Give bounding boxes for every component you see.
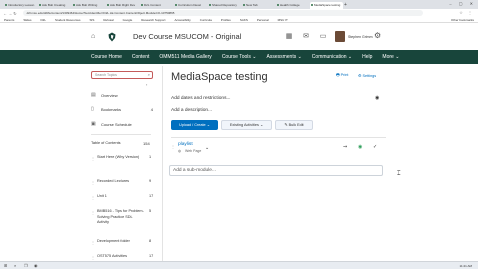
browser-tab-active[interactable]: MediaSpace testing [310, 2, 343, 9]
drag-handle-icon[interactable]: ⋮ [91, 255, 95, 260]
spartan-logo-icon[interactable] [107, 32, 117, 42]
calendar-icon: ▣ [91, 121, 96, 127]
checkmark-icon[interactable]: ✓ [373, 144, 377, 150]
chevron-down-icon[interactable]: ⌄ [262, 76, 266, 82]
course-navbar: Course Home Content OMM511 Media Gallery… [0, 50, 478, 64]
bookmarks-bar: Parents Slides D2L Student Resources SIS… [0, 17, 478, 23]
gear-icon[interactable]: ⚙ [374, 31, 381, 40]
toc-count: 154 [143, 141, 150, 146]
browser-tab[interactable]: Ask Bob Creating [38, 2, 71, 9]
divider [91, 134, 151, 135]
browser-tab[interactable]: New Tab [242, 2, 275, 9]
browser-tab[interactable]: Shared Repository [208, 2, 241, 9]
task-view-icon[interactable]: ❐ [24, 263, 28, 268]
bookmark-item[interactable]: Curricula [200, 18, 212, 22]
bookmark-item[interactable]: Refusal [103, 18, 113, 22]
bookmarks-count: 4 [150, 107, 153, 112]
bookmark-item[interactable]: Parents [4, 18, 14, 22]
existing-activities-button[interactable]: Existing Activities ⌄ [221, 120, 272, 130]
course-title[interactable]: Dev Course MSUCOM - Original [133, 32, 241, 41]
panel-divider[interactable] [162, 66, 163, 269]
search-placeholder: Search Topics [95, 73, 117, 77]
overview-icon: ▤ [91, 92, 96, 98]
address-bar-actions[interactable]: ☆ ⋮ [459, 10, 474, 15]
course-header: ⌂ Dev Course MSUCOM - Original ▦ ✉ ▭ ♪ S… [0, 24, 478, 50]
chrome-icon[interactable]: ◉ [34, 263, 38, 268]
bookmark-item[interactable]: Personal [257, 18, 269, 22]
upload-create-button[interactable]: Upload / Create ⌄ [171, 120, 218, 130]
search-topics-input[interactable]: Search Topics ⌕ [91, 71, 153, 79]
browser-tab[interactable]: Curriculum Devel [174, 2, 207, 9]
avatar[interactable] [335, 31, 345, 42]
mouse-cursor-icon: ⌶ [397, 171, 401, 177]
new-tab-button[interactable]: + [344, 2, 350, 9]
drag-handle-icon[interactable]: ⋮ [91, 156, 95, 161]
page-title: MediaSpace testing [171, 71, 268, 83]
completion-tracking-icon[interactable]: ⇝ [343, 144, 347, 150]
os-taskbar: ⊞ ⌕ ❐ ◉ 11:21 AM [0, 261, 478, 269]
browser-tab-strip: Introductory Lesson Ask Bob Creating Ask… [0, 0, 478, 9]
chat-icon[interactable]: ▭ [317, 32, 329, 40]
drag-handle-icon[interactable]: ⋮ [91, 210, 95, 215]
browser-tab[interactable]: Introductory Lesson [4, 2, 37, 9]
mail-icon[interactable]: ✉ [300, 32, 312, 40]
web-page-icon: ◍ [178, 149, 182, 153]
item-type: Web Page [185, 149, 202, 153]
bookmark-item[interactable]: Student Resources [55, 18, 81, 22]
add-description-link[interactable]: Add a description... [171, 108, 212, 113]
bookmark-icon: ▯ [91, 106, 94, 112]
bookmark-item[interactable]: Accessibility [174, 18, 190, 22]
visibility-toggle-icon[interactable]: ◉ [358, 144, 362, 150]
nav-course-home[interactable]: Course Home [91, 54, 122, 60]
other-bookmarks[interactable]: Other bookmarks [451, 17, 474, 22]
bookmark-item[interactable]: Slides [23, 18, 31, 22]
divider [171, 137, 386, 138]
content-sidebar: Search Topics ⌕ ‹ ▤ Overview ▯ Bookmarks… [91, 71, 154, 260]
settings-link[interactable]: ⚙ Settings [358, 73, 376, 78]
nav-assessments[interactable]: Assessments ⌄ [266, 54, 301, 60]
browser-tab[interactable]: Ask Bob Writing [72, 2, 105, 9]
user-name[interactable]: Stephen Grimm [348, 35, 373, 39]
search-icon[interactable]: ⌕ [14, 263, 16, 268]
toc-title[interactable]: Table of Contents [91, 141, 121, 145]
add-dates-link[interactable]: Add dates and restrictions... [171, 96, 230, 101]
navigation-icons[interactable]: ← → ↻ [3, 11, 17, 16]
visibility-eye-icon[interactable]: ◉ [375, 95, 379, 101]
nav-communication[interactable]: Communication ⌄ [312, 54, 352, 60]
drag-handle-icon[interactable]: ⋮ [171, 144, 175, 149]
search-icon[interactable]: ⌕ [148, 72, 150, 78]
nav-content[interactable]: Content [132, 54, 150, 60]
bulk-edit-button[interactable]: ✎ Bulk Edit [275, 120, 313, 130]
nav-media-gallery[interactable]: OMM511 Media Gallery [159, 54, 211, 60]
grid-icon[interactable]: ▦ [283, 32, 295, 40]
drag-handle-icon[interactable]: ⋮ [91, 240, 95, 245]
clock: 11:21 AM [459, 264, 472, 268]
bookmark-item[interactable]: MSU IT [278, 18, 288, 22]
print-link[interactable]: 🖶 Print [336, 73, 348, 79]
address-bar: ← → ↻ d2l.msu.edu/d2l/le/content/1309464… [0, 9, 478, 17]
bookmark-item[interactable]: Research Support [141, 18, 165, 22]
chevron-down-icon[interactable]: ⌄ [205, 145, 209, 151]
bookmark-item[interactable]: Profiles [221, 18, 231, 22]
start-icon[interactable]: ⊞ [4, 263, 7, 268]
browser-tab[interactable]: Ask Bob Right Dev [106, 2, 139, 9]
bookmark-item[interactable]: SIS [90, 18, 95, 22]
nav-course-tools[interactable]: Course Tools ⌄ [222, 54, 257, 60]
browser-tab[interactable]: D2L Content [140, 2, 173, 9]
bookmark-item[interactable]: D2L [41, 18, 47, 22]
url-input[interactable]: d2l.msu.edu/d2l/le/content/1309464/Home?… [22, 10, 423, 16]
collapse-panel-icon[interactable]: ‹ [146, 82, 147, 87]
bookmark-item[interactable]: SAKS [240, 18, 248, 22]
browser-tab[interactable]: Health College [276, 2, 309, 9]
bookmark-item[interactable]: Google [123, 18, 133, 22]
add-submodule-input[interactable]: Add a sub-module... [169, 165, 383, 176]
drag-handle-icon[interactable]: ⋮ [91, 180, 95, 185]
nav-help[interactable]: Help [362, 54, 372, 60]
window-controls[interactable]: – ▢ ✕ [449, 1, 476, 6]
home-icon[interactable]: ⌂ [91, 33, 95, 40]
drag-handle-icon[interactable]: ⋮ [91, 195, 95, 200]
playlist-link[interactable]: playlist [178, 142, 193, 147]
nav-more[interactable]: More ⌄ [382, 54, 399, 60]
